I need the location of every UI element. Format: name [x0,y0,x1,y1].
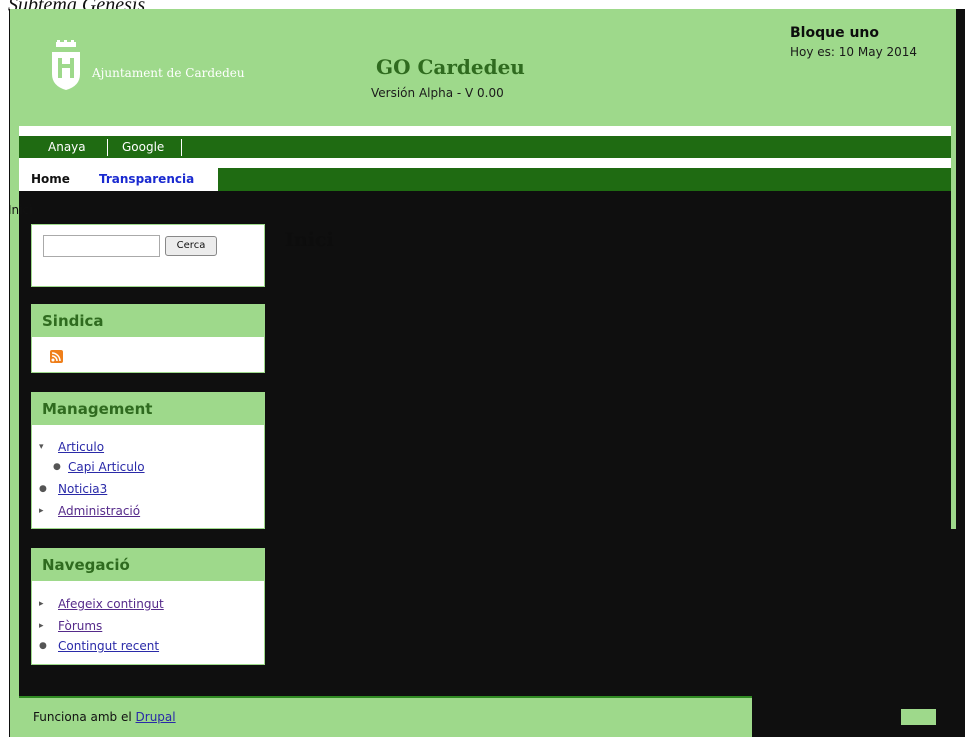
menu-item-administracio: ▸ Administració [39,504,140,518]
leaf-bullet-icon: ● [39,484,47,494]
nav-separator [181,139,182,156]
secondary-nav-tabs: Home Transparencia [19,168,218,191]
site-name-small: Ajuntament de Cardedeu [92,66,245,80]
tab-transparencia[interactable]: Transparencia [99,168,194,191]
navegacio-title: Navegació [32,549,264,581]
menu-item-contingut-recent: ● Contingut recent [39,639,159,653]
leaf-bullet-icon: ● [39,641,47,651]
expanded-arrow-icon: ▾ [39,442,44,452]
collapsed-arrow-icon: ▸ [39,599,44,609]
primary-nav: Anaya Google [19,136,951,158]
tab-home[interactable]: Home [31,168,70,191]
menu-link-articulo[interactable]: Articulo [58,440,104,454]
menu-item-afegeix-contingut: ▸ Afegeix contingut [39,597,164,611]
page-title: Inici [285,229,334,251]
leaf-bullet-icon: ● [53,462,61,472]
breadcrumb: Inici [8,203,33,217]
menu-item-capi-articulo: ● Capi Articulo [53,460,145,474]
menu-link-contingut-recent[interactable]: Contingut recent [58,639,159,653]
collapsed-arrow-icon: ▸ [39,506,44,516]
sindica-block: Sindica [31,304,265,373]
menu-link-afegeix-contingut[interactable]: Afegeix contingut [58,597,164,611]
nav-separator [107,139,108,156]
secondary-nav: Home Transparencia [19,168,951,191]
site-version: Versión Alpha - V 0.00 [371,86,504,100]
menu-link-administracio[interactable]: Administració [58,504,140,518]
footer-text: Funciona amb el [33,710,132,724]
primary-nav-item-anaya[interactable]: Anaya [48,136,86,158]
management-title: Management [32,393,264,425]
nav-divider [19,158,951,168]
left-green-bar [10,9,19,737]
rss-feed-icon[interactable] [50,350,63,363]
site-footer: Funciona amb el Drupal [19,696,752,737]
menu-link-noticia3[interactable]: Noticia3 [58,482,107,496]
search-button[interactable]: Cerca [165,236,217,256]
search-input[interactable] [43,235,160,257]
header-block-date: Hoy es: 10 May 2014 [790,45,918,59]
navegacio-block: Navegació ▸ Afegeix contingut ▸ Fòrums ●… [31,548,265,665]
footer-right-block [901,709,936,725]
footer-drupal-link[interactable]: Drupal [136,710,176,724]
collapsed-arrow-icon: ▸ [39,621,44,631]
management-block: Management ▾ Articulo ● Capi Articulo ● … [31,392,265,529]
header-divider [19,126,951,136]
header-block-title: Bloque uno [790,25,879,41]
menu-item-articulo: ▾ Articulo [39,440,104,454]
site-title[interactable]: GO Cardedeu [376,55,525,79]
menu-item-forums: ▸ Fòrums [39,619,102,633]
right-green-bar [951,9,956,529]
menu-link-forums[interactable]: Fòrums [58,619,102,633]
footer-credit: Funciona amb el Drupal [33,710,176,724]
municipal-crest-logo[interactable] [42,40,90,92]
menu-link-capi-articulo[interactable]: Capi Articulo [68,460,145,474]
sindica-title: Sindica [32,305,264,337]
primary-nav-item-google[interactable]: Google [122,136,164,158]
search-block: Cerca [31,224,265,287]
menu-item-noticia3: ● Noticia3 [39,482,107,496]
